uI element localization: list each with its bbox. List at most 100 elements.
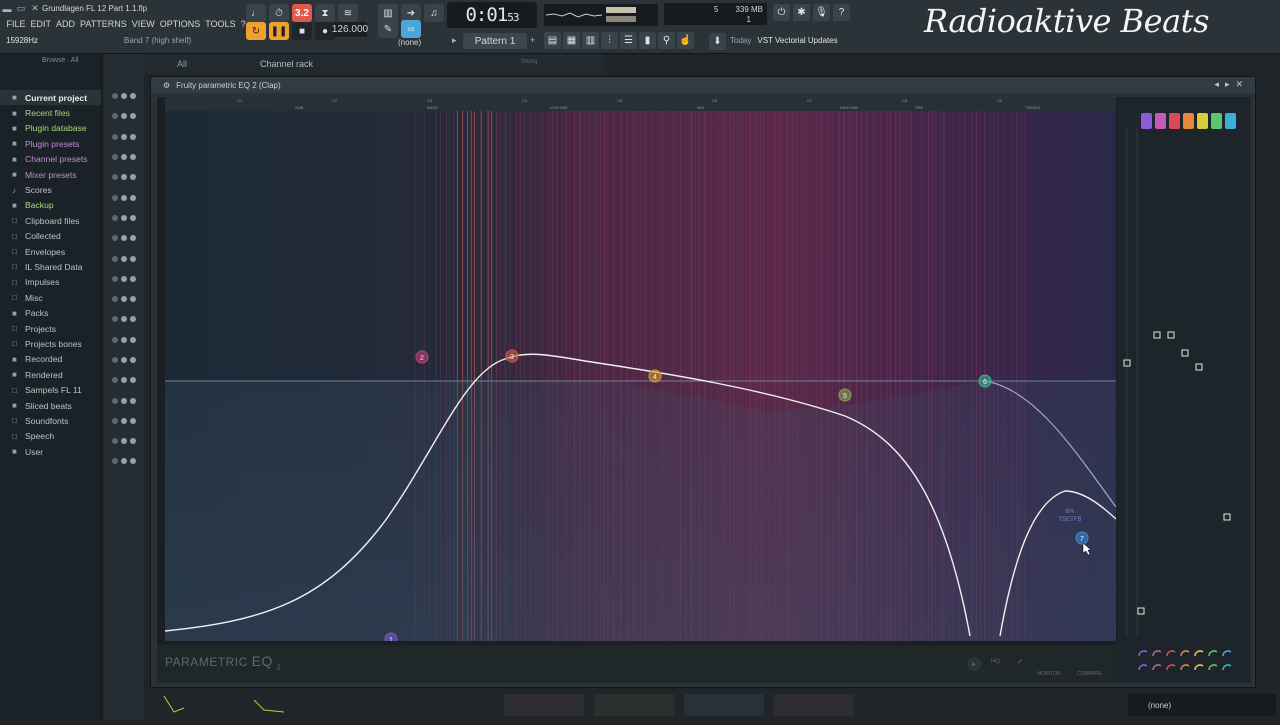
rack-led[interactable] — [112, 316, 118, 323]
browser-item[interactable]: ■ Channel presets — [0, 152, 101, 167]
band-shape-knob[interactable] — [1138, 650, 1148, 657]
browser-item[interactable]: □ Clipboard files — [0, 213, 101, 228]
band-shape-knob[interactable] — [1194, 664, 1204, 671]
browser-item[interactable]: ■ Backup — [0, 198, 101, 213]
rack-led[interactable] — [121, 275, 127, 282]
close-icon[interactable]: ✕ — [28, 2, 42, 16]
rack-row[interactable] — [104, 208, 144, 228]
bug-icon[interactable]: ✱ — [793, 4, 810, 21]
news-ticker[interactable]: Today VST Vectorial Updates — [730, 36, 838, 45]
band-node[interactable]: 6 — [978, 374, 992, 388]
rack-row[interactable] — [104, 330, 144, 350]
band-shape-knob[interactable] — [1180, 650, 1190, 657]
band-shape-knob[interactable] — [1152, 664, 1162, 671]
browser-item[interactable]: ■ Mixer presets — [0, 167, 101, 182]
band-shape-knob[interactable] — [1222, 650, 1232, 657]
rack-led[interactable] — [121, 296, 127, 303]
rack-led[interactable] — [130, 417, 136, 424]
rack-row[interactable] — [104, 106, 144, 126]
band-color-button[interactable] — [1183, 113, 1194, 129]
rack-row[interactable] — [104, 350, 144, 370]
browser-item[interactable]: ■ Sliced beats — [0, 398, 101, 413]
rack-led[interactable] — [121, 154, 127, 161]
power-icon[interactable]: ⏻ — [773, 4, 790, 21]
browser-item[interactable]: □ Soundfonts — [0, 413, 101, 428]
piano-roll-icon[interactable]: ▦ — [563, 32, 580, 49]
rack-led[interactable] — [121, 133, 127, 140]
countdown-icon[interactable]: ≋ — [338, 4, 358, 22]
menu-edit[interactable]: EDIT — [28, 17, 54, 31]
band-shape-knob[interactable] — [1208, 650, 1218, 657]
rack-row[interactable] — [104, 451, 144, 471]
browser-item[interactable]: ■ Rendered — [0, 367, 101, 382]
plug-icon[interactable]: ⚲ — [658, 32, 675, 49]
band-shape-knob[interactable] — [1138, 664, 1148, 671]
rack-row[interactable] — [104, 228, 144, 248]
rack-row[interactable] — [104, 127, 144, 147]
rack-row[interactable] — [104, 187, 144, 207]
band-shape-knob[interactable] — [1194, 650, 1204, 657]
tempo-display[interactable]: 126.000 — [332, 22, 368, 37]
rack-row[interactable] — [104, 248, 144, 268]
link-icon[interactable]: ∞ — [401, 20, 421, 38]
browser-item[interactable]: ■ Packs — [0, 305, 101, 320]
rack-led[interactable] — [130, 377, 136, 384]
rack-led[interactable] — [121, 357, 127, 363]
rack-led[interactable] — [130, 194, 136, 201]
rack-led[interactable] — [121, 417, 127, 424]
bell-icon[interactable]: ♫ — [424, 4, 444, 22]
pencil-icon[interactable]: ✎ — [378, 20, 398, 38]
rack-led[interactable] — [112, 174, 118, 181]
band-color-button[interactable] — [1225, 113, 1236, 129]
window-controls[interactable]: ◂▸✕ — [1214, 79, 1249, 90]
help-icon[interactable]: ? — [833, 4, 850, 21]
rack-led[interactable] — [121, 336, 127, 343]
rack-led[interactable] — [112, 93, 118, 100]
rack-led[interactable] — [130, 357, 136, 363]
browser-item[interactable]: □ Envelopes — [0, 244, 101, 259]
slider-handle[interactable] — [1153, 331, 1161, 339]
rack-row[interactable] — [104, 431, 144, 451]
snap-select[interactable]: (none) — [398, 38, 421, 47]
band-shape-knob[interactable] — [1166, 650, 1176, 657]
download-icon[interactable]: ⬇ — [709, 33, 726, 50]
mic-icon[interactable]: 🎙 — [813, 4, 830, 21]
browser-item[interactable]: ■ Current project — [0, 90, 101, 106]
rack-led[interactable] — [112, 458, 118, 465]
slider-handle[interactable] — [1195, 363, 1203, 371]
band-node[interactable]: 7 — [1075, 531, 1089, 545]
rack-led[interactable] — [130, 316, 136, 323]
playlist-icon[interactable]: ▤ — [544, 32, 561, 49]
rack-led[interactable] — [121, 255, 127, 262]
browser-item[interactable]: □ Impulses — [0, 275, 101, 290]
rack-led[interactable] — [121, 438, 127, 445]
rack-led[interactable] — [121, 194, 127, 201]
gear-icon[interactable]: ⚙ — [163, 81, 170, 90]
rack-led[interactable] — [130, 296, 136, 303]
rack-led[interactable] — [121, 377, 127, 384]
rack-led[interactable] — [121, 458, 127, 465]
menu-tools[interactable]: TOOLS — [203, 17, 238, 31]
mixer-icon[interactable]: ⫶ — [601, 32, 618, 49]
menu-patterns[interactable]: PATTERNS — [78, 17, 130, 31]
rack-led[interactable] — [121, 93, 127, 100]
rack-led[interactable] — [112, 417, 118, 424]
browser-icon[interactable]: ☰ — [620, 32, 637, 49]
browser-item[interactable]: ■ Plugin presets — [0, 136, 101, 151]
rack-led[interactable] — [112, 296, 118, 303]
rack-led[interactable] — [130, 174, 136, 181]
menu-add[interactable]: ADD — [54, 17, 78, 31]
check-icon[interactable]: ✓ — [1017, 657, 1024, 666]
browser-item[interactable]: ■ Recorded — [0, 352, 101, 367]
band-shape-knob[interactable] — [1208, 664, 1218, 671]
rack-led[interactable] — [112, 357, 118, 363]
rack-led[interactable] — [112, 133, 118, 140]
rack-row[interactable] — [104, 309, 144, 329]
rack-led[interactable] — [112, 235, 118, 242]
window-menu-icon[interactable]: ▬ — [0, 2, 14, 16]
rack-led[interactable] — [130, 214, 136, 221]
rack-led[interactable] — [112, 154, 118, 161]
rack-led[interactable] — [112, 275, 118, 282]
rack-row[interactable] — [104, 167, 144, 187]
band-node[interactable]: 2 — [415, 350, 429, 364]
